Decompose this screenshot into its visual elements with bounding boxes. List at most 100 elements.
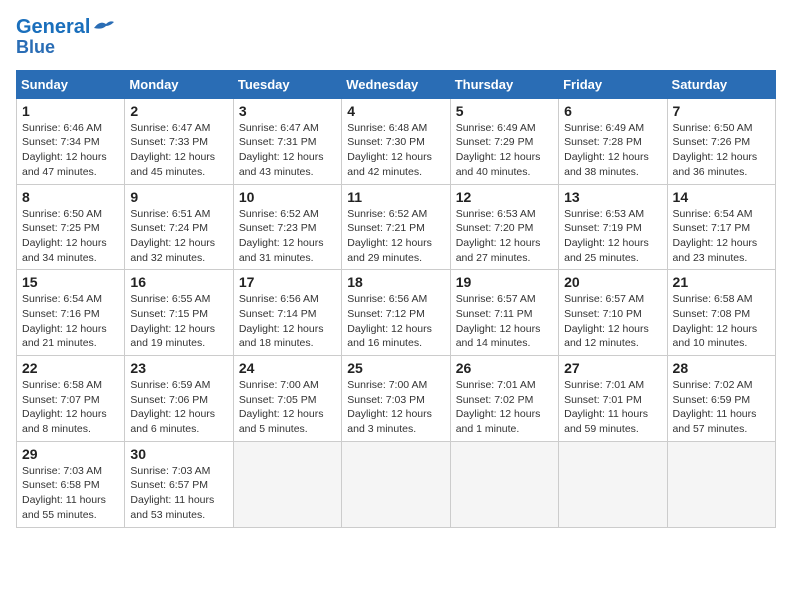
day-number: 24 bbox=[239, 360, 336, 376]
calendar-cell: 30 Sunrise: 7:03 AM Sunset: 6:57 PM Dayl… bbox=[125, 441, 233, 527]
day-number: 26 bbox=[456, 360, 553, 376]
calendar-cell: 28 Sunrise: 7:02 AM Sunset: 6:59 PM Dayl… bbox=[667, 356, 775, 442]
day-number: 29 bbox=[22, 446, 119, 462]
calendar-cell bbox=[667, 441, 775, 527]
day-number: 1 bbox=[22, 103, 119, 119]
calendar-cell: 24 Sunrise: 7:00 AM Sunset: 7:05 PM Dayl… bbox=[233, 356, 341, 442]
day-number: 8 bbox=[22, 189, 119, 205]
day-detail: Sunrise: 6:49 AM Sunset: 7:29 PM Dayligh… bbox=[456, 121, 553, 180]
day-number: 13 bbox=[564, 189, 661, 205]
calendar-cell: 20 Sunrise: 6:57 AM Sunset: 7:10 PM Dayl… bbox=[559, 270, 667, 356]
day-number: 6 bbox=[564, 103, 661, 119]
day-detail: Sunrise: 6:53 AM Sunset: 7:20 PM Dayligh… bbox=[456, 207, 553, 266]
day-detail: Sunrise: 6:57 AM Sunset: 7:11 PM Dayligh… bbox=[456, 292, 553, 351]
day-number: 25 bbox=[347, 360, 444, 376]
day-detail: Sunrise: 6:58 AM Sunset: 7:08 PM Dayligh… bbox=[673, 292, 770, 351]
day-detail: Sunrise: 6:57 AM Sunset: 7:10 PM Dayligh… bbox=[564, 292, 661, 351]
day-number: 2 bbox=[130, 103, 227, 119]
day-detail: Sunrise: 6:46 AM Sunset: 7:34 PM Dayligh… bbox=[22, 121, 119, 180]
calendar-week-row: 22 Sunrise: 6:58 AM Sunset: 7:07 PM Dayl… bbox=[17, 356, 776, 442]
calendar-cell bbox=[233, 441, 341, 527]
calendar-cell: 11 Sunrise: 6:52 AM Sunset: 7:21 PM Dayl… bbox=[342, 184, 450, 270]
calendar-cell: 29 Sunrise: 7:03 AM Sunset: 6:58 PM Dayl… bbox=[17, 441, 125, 527]
calendar-cell: 2 Sunrise: 6:47 AM Sunset: 7:33 PM Dayli… bbox=[125, 98, 233, 184]
day-number: 14 bbox=[673, 189, 770, 205]
day-number: 3 bbox=[239, 103, 336, 119]
calendar-cell: 14 Sunrise: 6:54 AM Sunset: 7:17 PM Dayl… bbox=[667, 184, 775, 270]
day-detail: Sunrise: 6:56 AM Sunset: 7:14 PM Dayligh… bbox=[239, 292, 336, 351]
calendar-cell bbox=[342, 441, 450, 527]
day-number: 4 bbox=[347, 103, 444, 119]
calendar-cell: 9 Sunrise: 6:51 AM Sunset: 7:24 PM Dayli… bbox=[125, 184, 233, 270]
col-thursday: Thursday bbox=[450, 70, 558, 98]
calendar-cell: 7 Sunrise: 6:50 AM Sunset: 7:26 PM Dayli… bbox=[667, 98, 775, 184]
day-detail: Sunrise: 7:01 AM Sunset: 7:01 PM Dayligh… bbox=[564, 378, 661, 437]
day-detail: Sunrise: 7:02 AM Sunset: 6:59 PM Dayligh… bbox=[673, 378, 770, 437]
calendar-table: Sunday Monday Tuesday Wednesday Thursday… bbox=[16, 70, 776, 528]
day-detail: Sunrise: 6:54 AM Sunset: 7:16 PM Dayligh… bbox=[22, 292, 119, 351]
day-detail: Sunrise: 6:59 AM Sunset: 7:06 PM Dayligh… bbox=[130, 378, 227, 437]
col-saturday: Saturday bbox=[667, 70, 775, 98]
calendar-cell: 17 Sunrise: 6:56 AM Sunset: 7:14 PM Dayl… bbox=[233, 270, 341, 356]
calendar-cell: 16 Sunrise: 6:55 AM Sunset: 7:15 PM Dayl… bbox=[125, 270, 233, 356]
day-number: 23 bbox=[130, 360, 227, 376]
day-detail: Sunrise: 6:47 AM Sunset: 7:31 PM Dayligh… bbox=[239, 121, 336, 180]
day-number: 18 bbox=[347, 274, 444, 290]
day-detail: Sunrise: 6:58 AM Sunset: 7:07 PM Dayligh… bbox=[22, 378, 119, 437]
logo: General Blue bbox=[16, 16, 116, 58]
day-detail: Sunrise: 6:50 AM Sunset: 7:26 PM Dayligh… bbox=[673, 121, 770, 180]
day-number: 16 bbox=[130, 274, 227, 290]
day-detail: Sunrise: 6:47 AM Sunset: 7:33 PM Dayligh… bbox=[130, 121, 227, 180]
calendar-cell: 10 Sunrise: 6:52 AM Sunset: 7:23 PM Dayl… bbox=[233, 184, 341, 270]
calendar-cell: 5 Sunrise: 6:49 AM Sunset: 7:29 PM Dayli… bbox=[450, 98, 558, 184]
calendar-cell: 15 Sunrise: 6:54 AM Sunset: 7:16 PM Dayl… bbox=[17, 270, 125, 356]
day-detail: Sunrise: 7:00 AM Sunset: 7:03 PM Dayligh… bbox=[347, 378, 444, 437]
calendar-cell: 13 Sunrise: 6:53 AM Sunset: 7:19 PM Dayl… bbox=[559, 184, 667, 270]
col-friday: Friday bbox=[559, 70, 667, 98]
day-detail: Sunrise: 6:52 AM Sunset: 7:23 PM Dayligh… bbox=[239, 207, 336, 266]
day-number: 5 bbox=[456, 103, 553, 119]
calendar-week-row: 1 Sunrise: 6:46 AM Sunset: 7:34 PM Dayli… bbox=[17, 98, 776, 184]
day-number: 11 bbox=[347, 189, 444, 205]
col-wednesday: Wednesday bbox=[342, 70, 450, 98]
day-number: 27 bbox=[564, 360, 661, 376]
calendar-cell: 22 Sunrise: 6:58 AM Sunset: 7:07 PM Dayl… bbox=[17, 356, 125, 442]
day-detail: Sunrise: 6:52 AM Sunset: 7:21 PM Dayligh… bbox=[347, 207, 444, 266]
calendar-cell: 21 Sunrise: 6:58 AM Sunset: 7:08 PM Dayl… bbox=[667, 270, 775, 356]
day-detail: Sunrise: 6:55 AM Sunset: 7:15 PM Dayligh… bbox=[130, 292, 227, 351]
calendar-cell: 23 Sunrise: 6:59 AM Sunset: 7:06 PM Dayl… bbox=[125, 356, 233, 442]
calendar-cell: 18 Sunrise: 6:56 AM Sunset: 7:12 PM Dayl… bbox=[342, 270, 450, 356]
day-detail: Sunrise: 6:48 AM Sunset: 7:30 PM Dayligh… bbox=[347, 121, 444, 180]
day-number: 20 bbox=[564, 274, 661, 290]
calendar-cell: 4 Sunrise: 6:48 AM Sunset: 7:30 PM Dayli… bbox=[342, 98, 450, 184]
calendar-week-row: 29 Sunrise: 7:03 AM Sunset: 6:58 PM Dayl… bbox=[17, 441, 776, 527]
day-number: 19 bbox=[456, 274, 553, 290]
day-number: 9 bbox=[130, 189, 227, 205]
day-detail: Sunrise: 7:03 AM Sunset: 6:57 PM Dayligh… bbox=[130, 464, 227, 523]
page-header: General Blue bbox=[16, 16, 776, 58]
day-detail: Sunrise: 6:49 AM Sunset: 7:28 PM Dayligh… bbox=[564, 121, 661, 180]
calendar-week-row: 15 Sunrise: 6:54 AM Sunset: 7:16 PM Dayl… bbox=[17, 270, 776, 356]
day-number: 28 bbox=[673, 360, 770, 376]
day-number: 21 bbox=[673, 274, 770, 290]
calendar-week-row: 8 Sunrise: 6:50 AM Sunset: 7:25 PM Dayli… bbox=[17, 184, 776, 270]
day-number: 15 bbox=[22, 274, 119, 290]
calendar-cell: 8 Sunrise: 6:50 AM Sunset: 7:25 PM Dayli… bbox=[17, 184, 125, 270]
calendar-cell bbox=[559, 441, 667, 527]
day-number: 7 bbox=[673, 103, 770, 119]
calendar-cell: 12 Sunrise: 6:53 AM Sunset: 7:20 PM Dayl… bbox=[450, 184, 558, 270]
calendar-cell: 3 Sunrise: 6:47 AM Sunset: 7:31 PM Dayli… bbox=[233, 98, 341, 184]
day-number: 17 bbox=[239, 274, 336, 290]
calendar-cell bbox=[450, 441, 558, 527]
day-detail: Sunrise: 6:50 AM Sunset: 7:25 PM Dayligh… bbox=[22, 207, 119, 266]
col-tuesday: Tuesday bbox=[233, 70, 341, 98]
calendar-cell: 25 Sunrise: 7:00 AM Sunset: 7:03 PM Dayl… bbox=[342, 356, 450, 442]
day-detail: Sunrise: 7:00 AM Sunset: 7:05 PM Dayligh… bbox=[239, 378, 336, 437]
day-detail: Sunrise: 7:03 AM Sunset: 6:58 PM Dayligh… bbox=[22, 464, 119, 523]
day-number: 22 bbox=[22, 360, 119, 376]
day-detail: Sunrise: 6:54 AM Sunset: 7:17 PM Dayligh… bbox=[673, 207, 770, 266]
col-sunday: Sunday bbox=[17, 70, 125, 98]
calendar-cell: 19 Sunrise: 6:57 AM Sunset: 7:11 PM Dayl… bbox=[450, 270, 558, 356]
calendar-cell: 6 Sunrise: 6:49 AM Sunset: 7:28 PM Dayli… bbox=[559, 98, 667, 184]
day-number: 10 bbox=[239, 189, 336, 205]
